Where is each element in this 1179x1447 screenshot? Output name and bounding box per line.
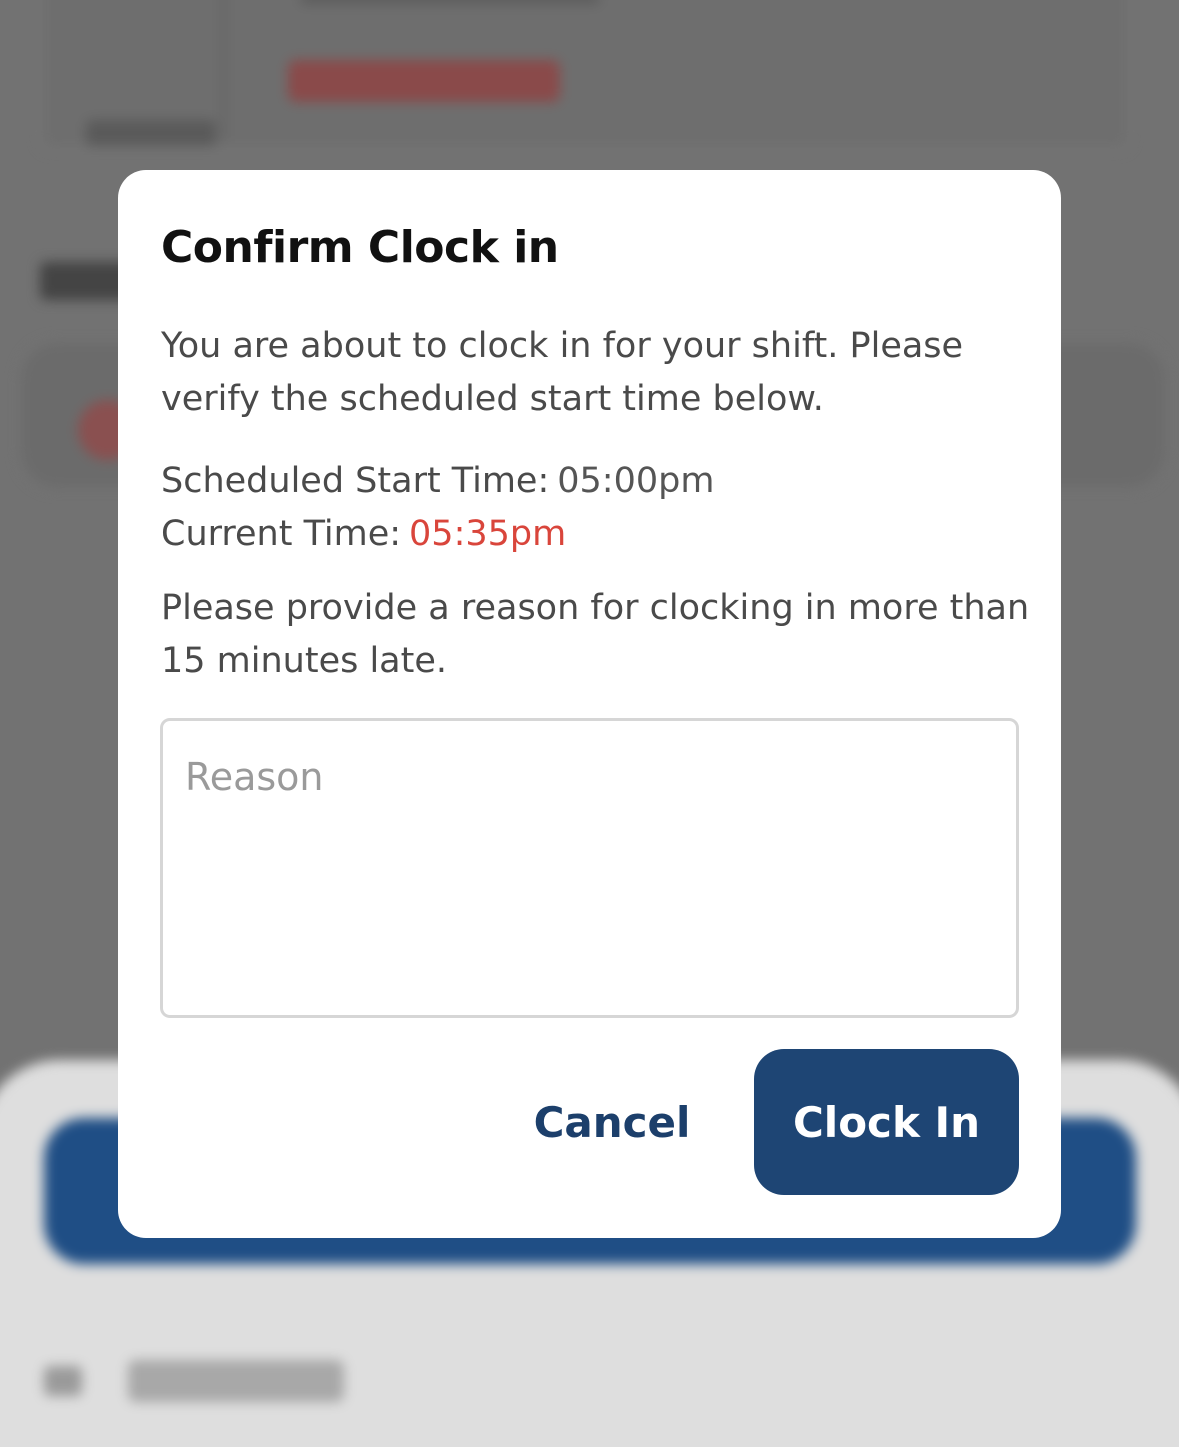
background-footer-link — [128, 1360, 344, 1402]
scheduled-start-time-row: Scheduled Start Time: 05:00pm — [161, 455, 714, 508]
confirm-clock-in-dialog: Confirm Clock in You are about to clock … — [118, 170, 1061, 1238]
background-status-bar — [288, 60, 560, 102]
screen: Confirm Clock in You are about to clock … — [0, 0, 1179, 1447]
background-text-line — [300, 0, 600, 4]
current-time-value: 05:35pm — [409, 514, 567, 554]
dialog-message: You are about to clock in for your shift… — [161, 326, 964, 419]
scheduled-start-time-label: Scheduled Start Time: — [161, 461, 550, 501]
cancel-button[interactable]: Cancel — [518, 1049, 706, 1195]
late-reason-prompt: Please provide a reason for clocking in … — [161, 588, 1030, 681]
current-time-label: Current Time: — [161, 514, 402, 554]
background-divider — [222, 0, 225, 140]
current-time-row: Current Time: 05:35pm — [161, 508, 566, 561]
scheduled-start-time-value: 05:00pm — [557, 461, 715, 501]
background-footer-icon — [44, 1366, 82, 1396]
reason-input[interactable] — [160, 718, 1019, 1018]
dialog-title: Confirm Clock in — [161, 222, 559, 273]
clock-in-button[interactable]: Clock In — [754, 1049, 1019, 1195]
background-text-line — [86, 120, 216, 146]
